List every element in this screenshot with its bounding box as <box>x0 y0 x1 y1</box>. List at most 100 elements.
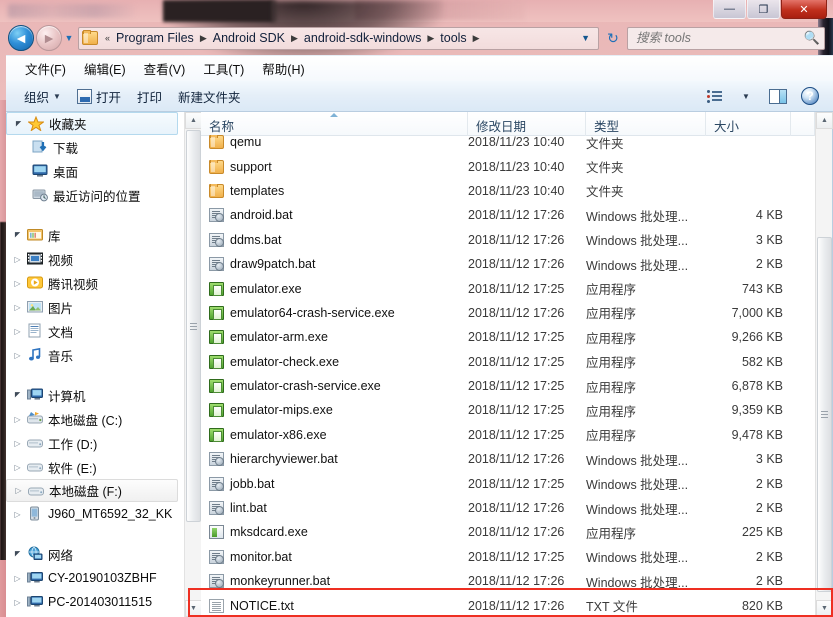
sidebar-item-工作 (D:)[interactable]: ▷ 工作 (D:) <box>6 431 184 455</box>
nav-group-header-3[interactable]: ◢ 网络 <box>6 542 184 566</box>
table-row[interactable]: android.bat 2018/11/12 17:26 Windows 批处理..… <box>201 203 815 227</box>
table-row[interactable]: emulator-check.exe 2018/11/12 17:25 应用程序 58… <box>201 350 815 374</box>
breadcrumb-separator-icon[interactable]: ▶ <box>287 33 302 44</box>
breadcrumb-separator-icon[interactable]: ▶ <box>423 33 438 44</box>
table-row[interactable]: hierarchyviewer.bat 2018/11/12 17:26 Windo… <box>201 447 815 471</box>
nav-group-header-2[interactable]: ◢ 计算机 <box>6 383 184 407</box>
forward-button[interactable]: ► <box>36 25 62 51</box>
sidebar-item-视频[interactable]: ▷ 视频 <box>6 247 184 271</box>
scroll-up-icon[interactable]: ▲ <box>816 112 833 129</box>
sidebar-item-音乐[interactable]: ▷ 音乐 <box>6 343 184 367</box>
scroll-down-icon[interactable]: ▼ <box>816 600 833 617</box>
sidebar-item-图片[interactable]: ▷ 图片 <box>6 295 184 319</box>
change-view-button[interactable] <box>699 84 729 108</box>
chevron-right-icon[interactable]: ▷ <box>12 463 23 472</box>
sidebar-item-最近访问的位置[interactable]: 最近访问的位置 <box>6 183 184 207</box>
chevron-right-icon[interactable]: ▷ <box>13 486 24 495</box>
table-row[interactable]: emulator-crash-service.exe 2018/11/12 17:… <box>201 374 815 398</box>
close-button[interactable]: ✕ <box>781 0 827 19</box>
search-box[interactable]: 🔍 <box>627 26 825 50</box>
table-row[interactable]: monkeyrunner.bat 2018/11/12 17:26 Windows … <box>201 569 815 593</box>
table-row[interactable]: qemu 2018/11/23 10:40 文件夹 <box>201 130 815 154</box>
chevron-down-icon[interactable]: ▼ <box>575 33 596 43</box>
table-row[interactable]: draw9patch.bat 2018/11/12 17:26 Windows 批处… <box>201 252 815 276</box>
breadcrumb-item-android-sdk-windows[interactable]: android-sdk-windows <box>302 30 423 46</box>
navigation-pane[interactable]: ◢ 收藏夹 下载 桌面 最近访问的位置 ◢ 库 ▷ 视频 ▷ 腾讯视频 ▷ 图片 ▷ 文档 ▷ 音乐 ◢ 计算机 ▷ 本… <box>6 112 184 617</box>
print-button[interactable]: 打印 <box>129 84 170 109</box>
back-button[interactable]: ◄ <box>8 25 34 51</box>
sidebar-item-本地磁盘 (F:)[interactable]: ▷ 本地磁盘 (F:) <box>6 479 178 502</box>
table-row[interactable]: ddms.bat 2018/11/12 17:26 Windows 批处理... 3 … <box>201 228 815 252</box>
help-button[interactable]: ? <box>795 84 825 108</box>
scrollbar-thumb[interactable] <box>186 130 201 522</box>
sidebar-item-软件 (E:)[interactable]: ▷ 软件 (E:) <box>6 455 184 479</box>
table-row[interactable]: lint.bat 2018/11/12 17:26 Windows 批处理... 2 … <box>201 496 815 520</box>
search-input[interactable] <box>636 31 804 45</box>
chevron-right-icon[interactable]: ▷ <box>12 415 23 424</box>
file-list-pane[interactable]: 名称 修改日期 类型 大小 qemu 2018/11/23 10:40 文件夹 sup… <box>201 112 815 617</box>
menu-tools[interactable]: 工具(T) <box>194 56 253 81</box>
sidebar-item-下载[interactable]: 下载 <box>6 135 184 159</box>
refresh-button[interactable]: ↻ <box>602 27 624 49</box>
expand-arrow-icon[interactable]: ◢ <box>12 550 23 558</box>
menu-edit[interactable]: 编辑(E) <box>75 56 135 81</box>
sidebar-item-CY-20190103ZBHF[interactable]: ▷ CY-20190103ZBHF <box>6 566 184 590</box>
sidebar-item-本地磁盘 (C:)[interactable]: ▷ 本地磁盘 (C:) <box>6 407 184 431</box>
chevron-right-icon[interactable]: ▷ <box>12 351 23 360</box>
table-row[interactable]: emulator-mips.exe 2018/11/12 17:25 应用程序 9,3… <box>201 398 815 422</box>
file-size-cell: 743 KB <box>741 281 783 296</box>
table-row[interactable]: templates 2018/11/23 10:40 文件夹 <box>201 179 815 203</box>
maximize-button[interactable]: ❐ <box>747 0 780 19</box>
expand-arrow-icon[interactable]: ◢ <box>12 231 23 239</box>
scroll-up-icon[interactable]: ▲ <box>185 112 202 129</box>
chevron-right-icon[interactable]: ▷ <box>12 303 23 312</box>
view-dropdown-button[interactable]: ▼ <box>731 84 761 108</box>
breadcrumb-item-program-files[interactable]: Program Files <box>114 30 196 46</box>
table-row[interactable]: mksdcard.exe 2018/11/12 17:26 应用程序 225 KB <box>201 520 815 544</box>
sidebar-item-文档[interactable]: ▷ 文档 <box>6 319 184 343</box>
table-row[interactable]: jobb.bat 2018/11/12 17:25 Windows 批处理... 2 … <box>201 471 815 495</box>
chevron-right-icon[interactable]: ▷ <box>12 327 23 336</box>
chevron-right-icon[interactable]: ▷ <box>12 255 23 264</box>
menu-help[interactable]: 帮助(H) <box>253 56 313 81</box>
breadcrumb-address-bar[interactable]: « Program Files ▶ Android SDK ▶ android-… <box>78 26 599 50</box>
chevron-right-icon[interactable]: ▷ <box>12 439 23 448</box>
sidebar-item-腾讯视频[interactable]: ▷ 腾讯视频 <box>6 271 184 295</box>
organize-button[interactable]: 组织 ▼ <box>16 84 69 109</box>
chevron-right-icon[interactable]: ▷ <box>12 574 23 583</box>
expand-arrow-icon[interactable]: ◢ <box>13 120 24 128</box>
chevron-right-icon[interactable]: ▷ <box>12 598 23 607</box>
table-row[interactable]: support 2018/11/23 10:40 文件夹 <box>201 154 815 178</box>
breadcrumb-separator-icon[interactable]: ▶ <box>469 33 484 44</box>
menu-view[interactable]: 查看(V) <box>135 56 195 81</box>
file-list-scrollbar[interactable]: ▲ ▼ <box>815 112 833 617</box>
chevron-right-icon[interactable]: ▷ <box>12 279 23 288</box>
chevron-right-icon[interactable]: ▷ <box>12 510 23 519</box>
sidebar-item-桌面[interactable]: 桌面 <box>6 159 184 183</box>
scroll-down-icon[interactable]: ▼ <box>185 600 202 617</box>
menu-file[interactable]: 文件(F) <box>16 56 75 81</box>
new-folder-button[interactable]: 新建文件夹 <box>170 84 249 109</box>
sidebar-item-PC-201403011515[interactable]: ▷ PC-201403011515 <box>6 590 184 614</box>
table-row[interactable]: NOTICE.txt 2018/11/12 17:26 TXT 文件 820 KB <box>201 593 815 617</box>
open-button[interactable]: 打开 <box>69 84 129 109</box>
sidebar-item-J960_MT6592_32_KK[interactable]: ▷ J960_MT6592_32_KK <box>6 502 184 526</box>
search-icon[interactable]: 🔍 <box>804 30 820 46</box>
navigation-pane-scrollbar[interactable]: ▲ ▼ <box>184 112 202 617</box>
table-row[interactable]: emulator64-crash-service.exe 2018/11/12 1… <box>201 301 815 325</box>
table-row[interactable]: monitor.bat 2018/11/12 17:25 Windows 批处理..… <box>201 545 815 569</box>
table-row[interactable]: emulator.exe 2018/11/12 17:25 应用程序 743 KB <box>201 276 815 300</box>
table-row[interactable]: emulator-x86.exe 2018/11/12 17:25 应用程序 9,47… <box>201 423 815 447</box>
nav-group-header-0[interactable]: ◢ 收藏夹 <box>6 112 178 135</box>
breadcrumb-overflow-icon[interactable]: « <box>101 33 114 43</box>
minimize-button[interactable]: — <box>713 0 746 19</box>
breadcrumb-item-android-sdk[interactable]: Android SDK <box>211 30 287 46</box>
recent-pages-dropdown-icon[interactable]: ▼ <box>62 33 76 43</box>
expand-arrow-icon[interactable]: ◢ <box>12 391 23 399</box>
preview-pane-button[interactable] <box>763 84 793 108</box>
breadcrumb-item-tools[interactable]: tools <box>438 30 468 46</box>
table-row[interactable]: emulator-arm.exe 2018/11/12 17:25 应用程序 9,26… <box>201 325 815 349</box>
breadcrumb-separator-icon[interactable]: ▶ <box>196 33 211 44</box>
scrollbar-thumb[interactable] <box>817 237 832 592</box>
nav-group-header-1[interactable]: ◢ 库 <box>6 223 184 247</box>
